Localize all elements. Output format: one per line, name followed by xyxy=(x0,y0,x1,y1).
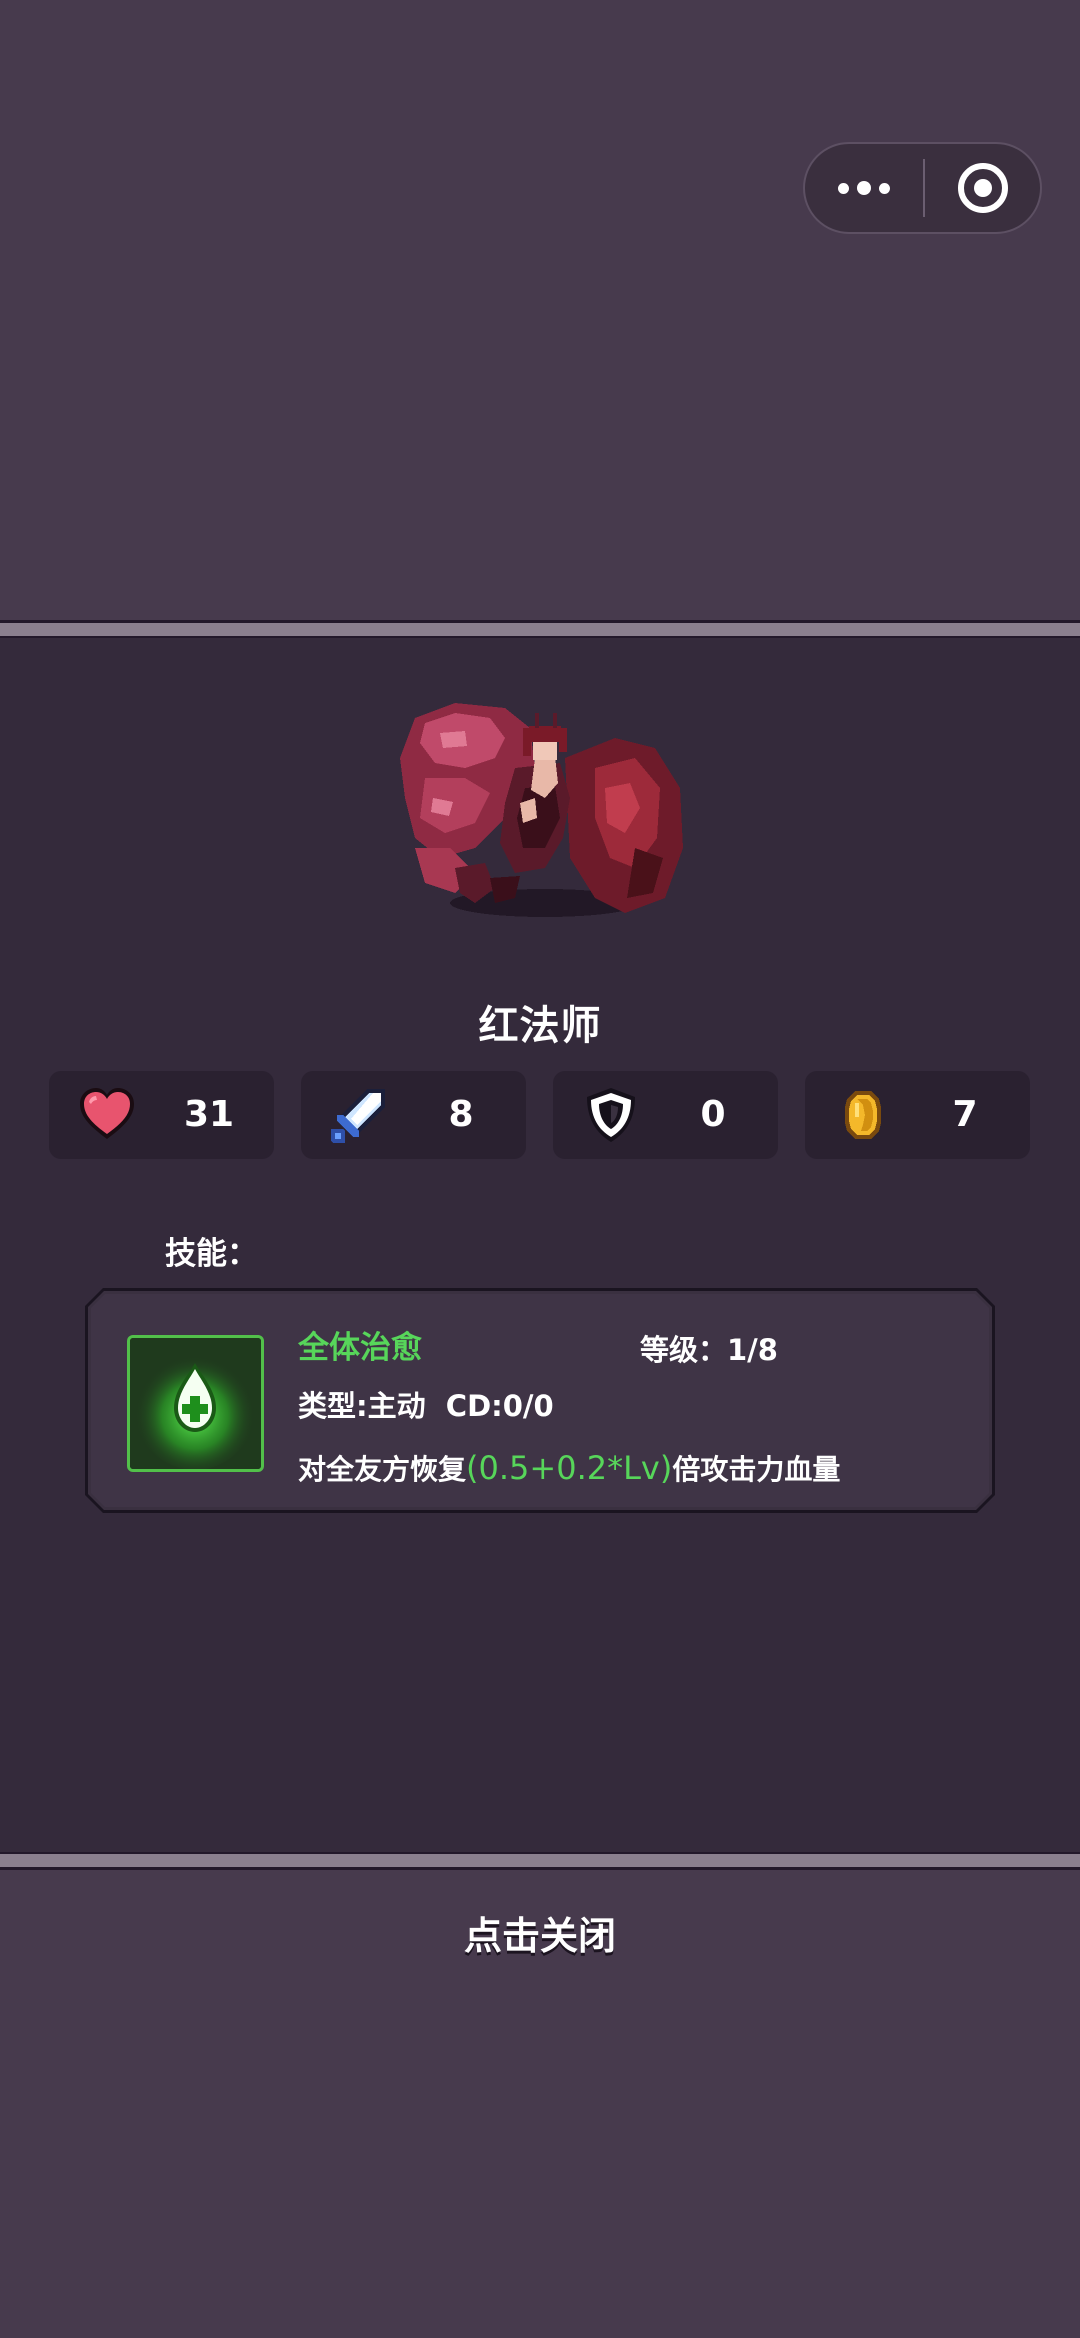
skill-description: 对全友方恢复(0.5+0.2*Lv)倍攻击力血量 xyxy=(298,1448,840,1488)
hero-name: 红法师 xyxy=(478,1003,602,1049)
mini-program-capsule xyxy=(803,142,1042,234)
panel-top-border xyxy=(0,623,1080,638)
hp-value: 31 xyxy=(183,1094,235,1135)
stat-attack: 8 xyxy=(301,1071,526,1159)
attack-value: 8 xyxy=(448,1094,474,1135)
sword-icon xyxy=(331,1089,385,1143)
stat-hp: 31 xyxy=(49,1071,274,1159)
skill-desc-prefix: 对全友方恢复 xyxy=(298,1453,467,1486)
skills-label: 技能： xyxy=(165,1236,258,1272)
stat-gold: 7 xyxy=(805,1071,1030,1159)
exit-mini-program-button[interactable] xyxy=(925,144,1040,232)
more-options-button[interactable] xyxy=(805,144,923,232)
stat-defense: 0 xyxy=(553,1071,778,1159)
panel-bottom-border xyxy=(0,1852,1080,1867)
gold-coin-icon xyxy=(845,1091,881,1139)
shield-icon xyxy=(587,1088,635,1142)
defense-value: 0 xyxy=(700,1094,726,1135)
healing-drop-icon xyxy=(127,1335,264,1472)
skill-level: 等级：1/8 xyxy=(640,1333,778,1367)
skill-type: 类型:主动 CD:0/0 xyxy=(298,1389,554,1423)
skill-desc-formula: (0.5+0.2*Lv) xyxy=(466,1449,673,1487)
hero-detail-panel: 红法师 31 8 0 7 技能： 全体治愈 等级：1/8 类型:主动 CD:0/… xyxy=(0,620,1080,1870)
hero-portrait xyxy=(400,703,683,917)
target-circle-icon xyxy=(957,163,1008,213)
gold-value: 7 xyxy=(952,1094,978,1135)
more-dots-icon xyxy=(838,182,849,194)
heart-icon xyxy=(80,1088,134,1139)
close-button[interactable]: 点击关闭 xyxy=(0,1905,1080,1960)
skill-card: 全体治愈 等级：1/8 类型:主动 CD:0/0 对全友方恢复(0.5+0.2*… xyxy=(85,1288,995,1513)
skill-desc-suffix: 倍攻击力血量 xyxy=(672,1453,841,1486)
skill-name: 全体治愈 xyxy=(298,1330,422,1366)
